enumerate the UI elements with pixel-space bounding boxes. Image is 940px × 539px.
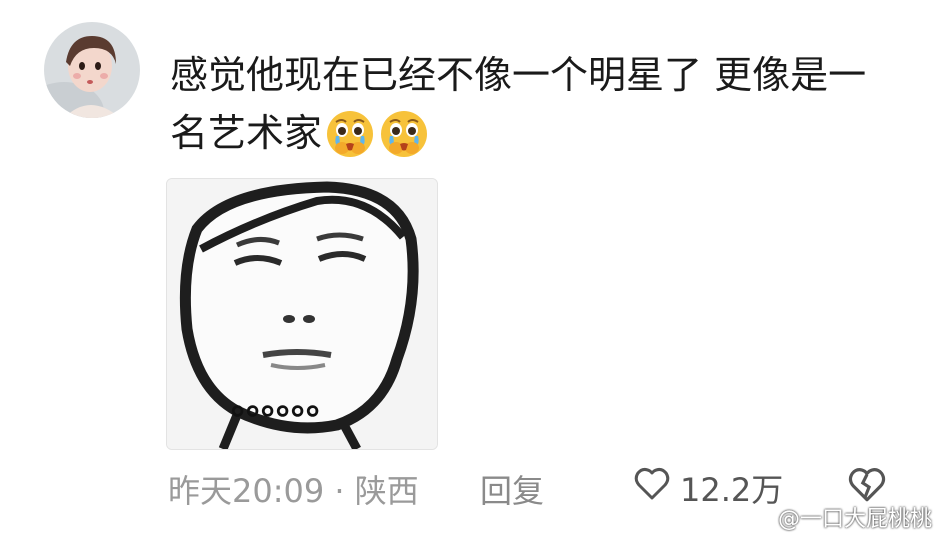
weibo-logo-icon (746, 502, 778, 532)
meme-image[interactable]: 。。。。。。 (166, 178, 438, 450)
comment-screen: 感觉他现在已经不像一个明星了 更像是一名艺术家 。。。。。。 昨天20:09 ·… (0, 0, 940, 539)
meme-caption: 。。。。。。 (231, 383, 340, 423)
crying-pleading-emoji-icon (324, 108, 376, 160)
crying-pleading-emoji-icon (378, 108, 430, 160)
watermark-text: @一口大屁桃桃 (777, 507, 932, 532)
timestamp-location: 昨天20:09 · 陕西 (168, 472, 419, 510)
watermark: @一口大屁桃桃 (746, 501, 932, 533)
avatar[interactable] (44, 22, 140, 118)
reply-button[interactable]: 回复 (480, 466, 544, 512)
comment-body: 感觉他现在已经不像一个明星了 更像是一名艺术家 (170, 53, 867, 155)
comment-text: 感觉他现在已经不像一个明星了 更像是一名艺术家 (170, 46, 890, 162)
heart-outline-icon (632, 464, 680, 512)
